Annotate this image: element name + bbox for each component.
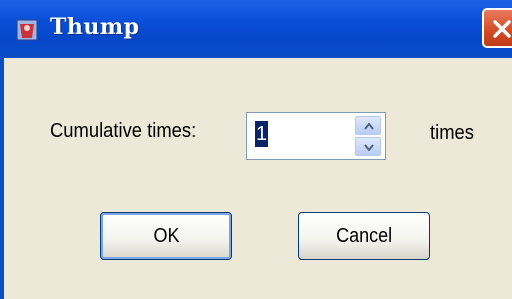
window-title: Thump (50, 14, 140, 40)
cumulative-times-spinner[interactable]: 1 (246, 112, 386, 160)
close-icon (493, 20, 511, 38)
arrow-up-icon (364, 122, 374, 130)
cumulative-times-input[interactable]: 1 (255, 121, 269, 147)
ok-button-label: OK (152, 225, 180, 247)
arrow-down-icon (364, 144, 374, 151)
cumulative-times-label: Cumulative times: (50, 120, 197, 142)
spin-up-button[interactable] (355, 116, 381, 135)
window-frame (0, 58, 4, 299)
title-bar[interactable]: Thump (0, 0, 512, 58)
cancel-button[interactable]: Cancel (298, 212, 430, 260)
times-unit-label: times (430, 122, 474, 144)
spin-down-button[interactable] (355, 137, 381, 156)
close-button[interactable] (482, 8, 512, 48)
cancel-button-label: Cancel (335, 225, 393, 247)
app-icon (16, 18, 38, 42)
ok-button[interactable]: OK (100, 212, 232, 260)
